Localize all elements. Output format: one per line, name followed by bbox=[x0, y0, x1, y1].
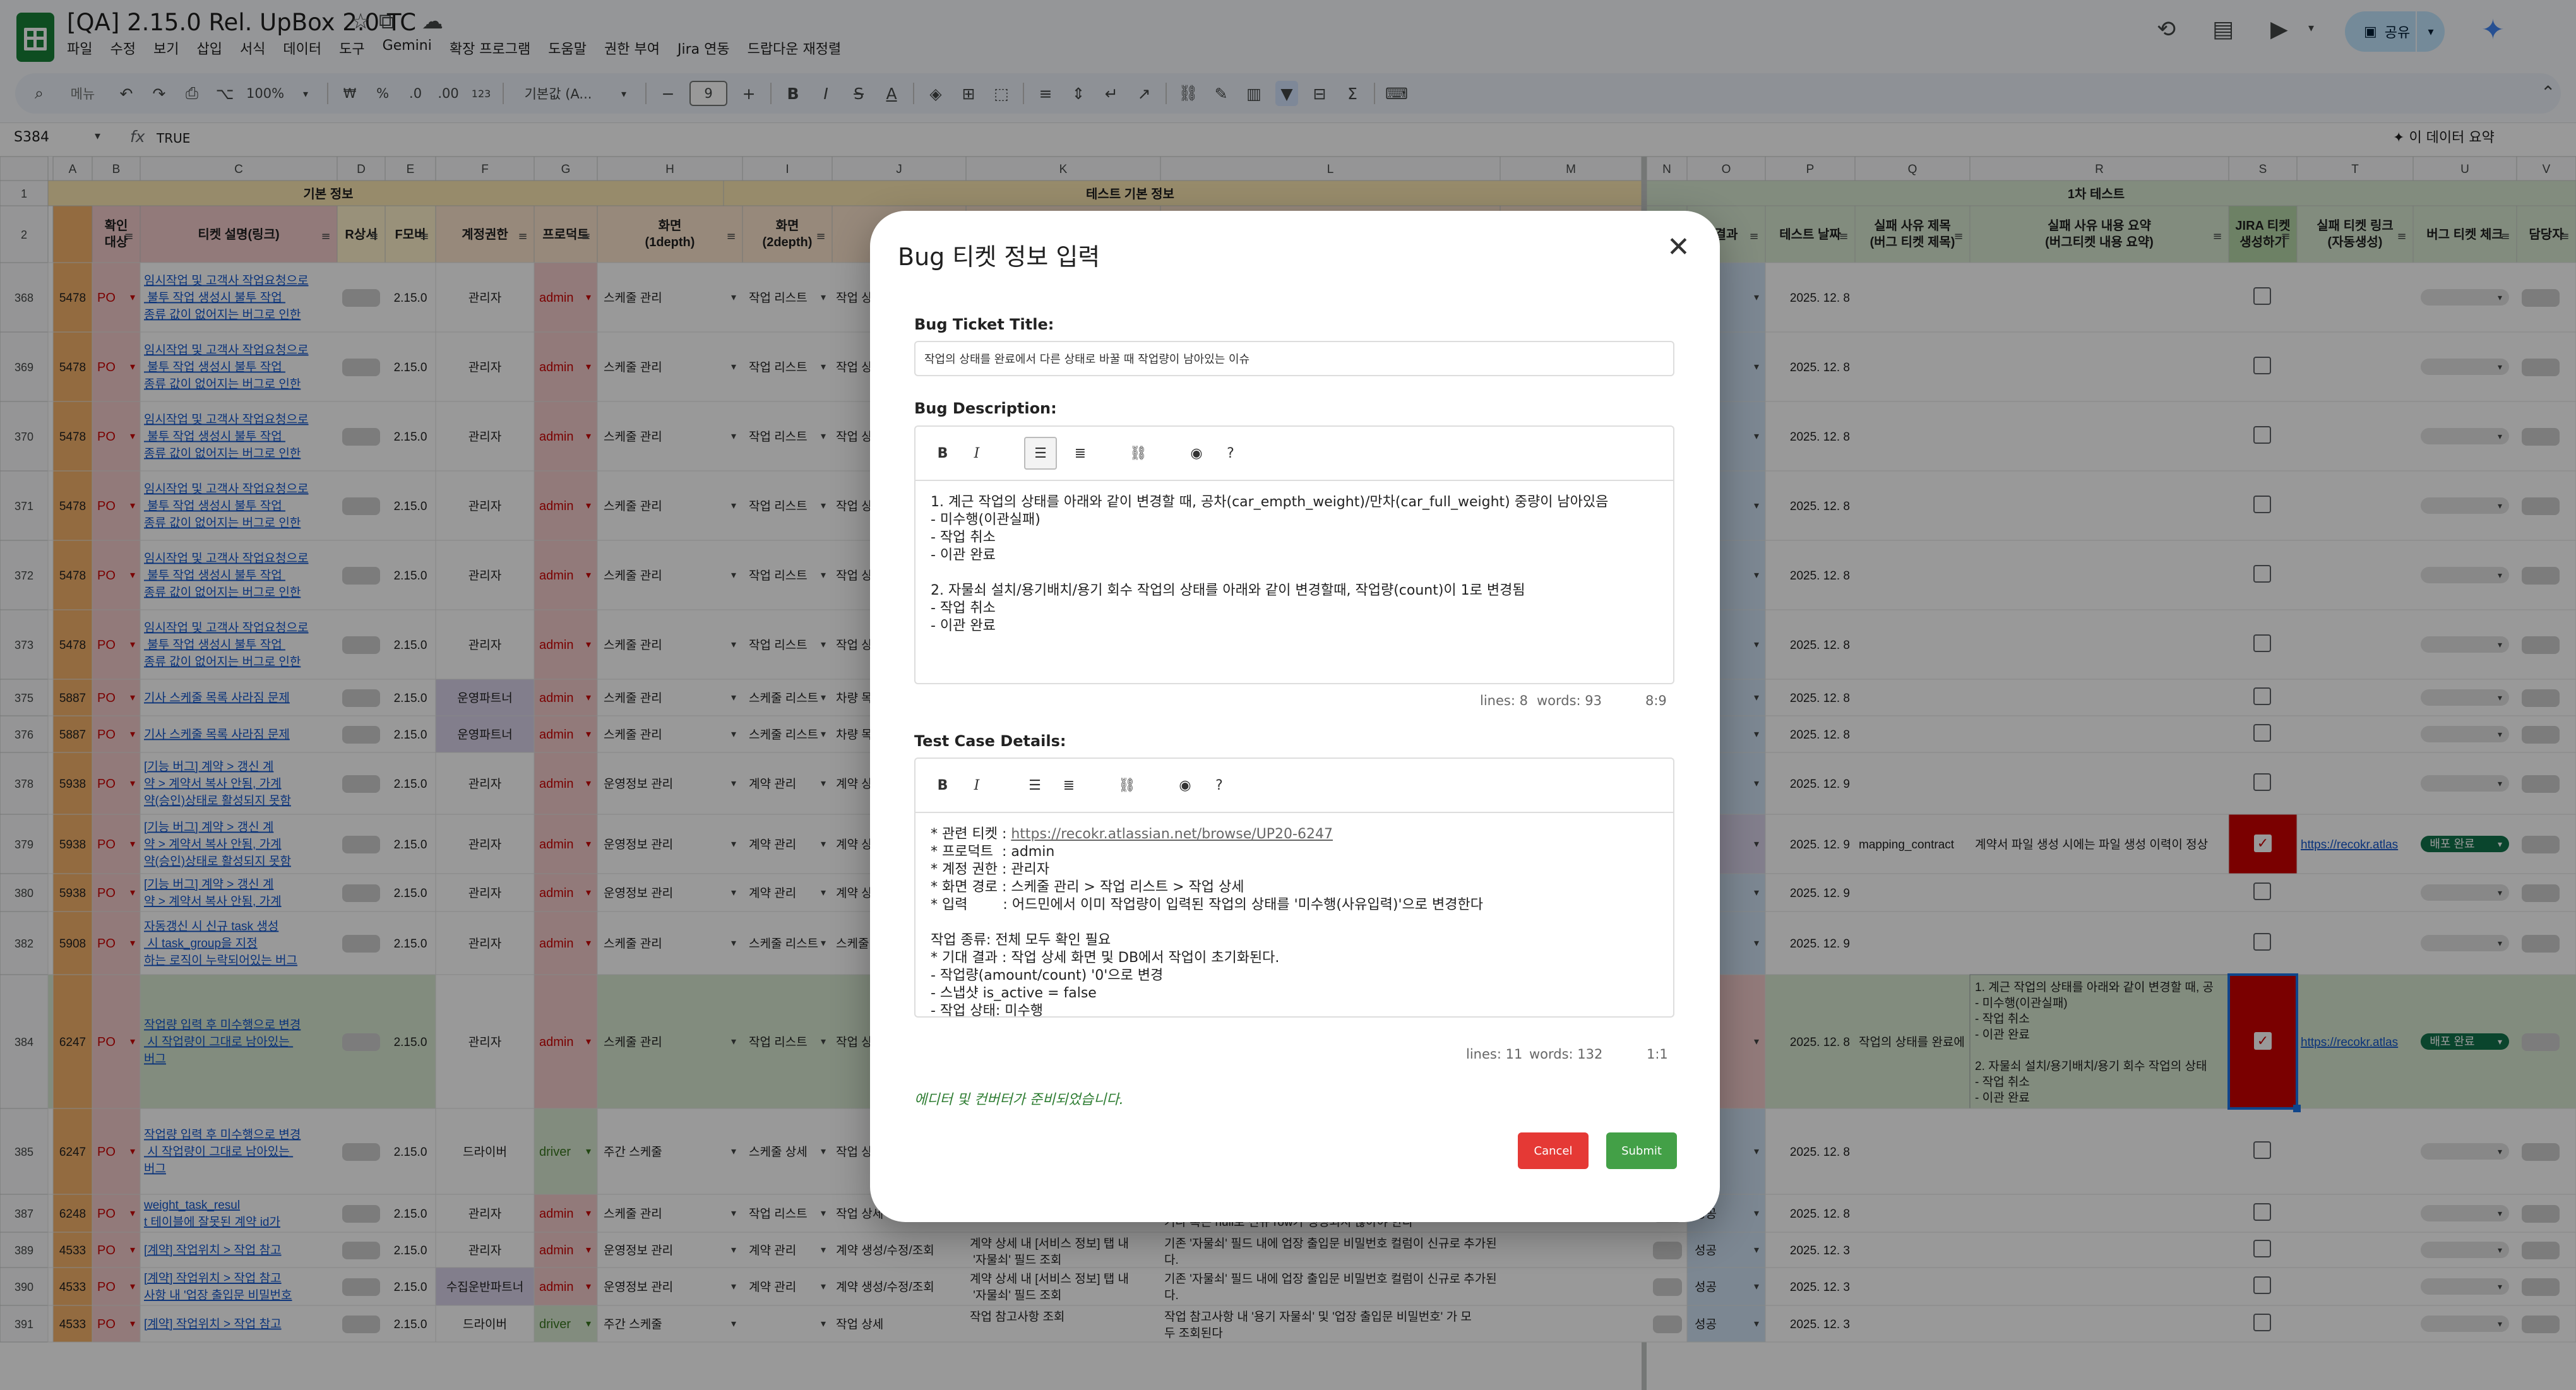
testcase-text[interactable]: * 관련 티켓 : https://recokr.atlassian.net/b… bbox=[931, 826, 1661, 1020]
modal-title: Bug 티켓 정보 입력 bbox=[898, 243, 1100, 271]
testcase-line: - 작업 상태: 미수행 bbox=[931, 1003, 1044, 1019]
description-word-count: words: 93 bbox=[1537, 693, 1602, 708]
testcase-label: Test Case Details: bbox=[914, 732, 1066, 750]
testcase-body-lines: * 프로덕트 : admin * 계정 권한 : 관리자 * 화면 경로 : 스케줄… bbox=[931, 843, 1661, 1020]
description-line bbox=[931, 564, 1661, 582]
ticket-title-input[interactable] bbox=[914, 341, 1674, 376]
help-icon[interactable]: ? bbox=[1208, 775, 1230, 796]
submit-button[interactable]: Submit bbox=[1606, 1132, 1677, 1169]
link-icon[interactable]: ⛓ bbox=[1116, 775, 1138, 796]
description-text[interactable]: 1. 계근 작업의 상태를 아래와 같이 변경할 때, 공차(car_empth… bbox=[931, 494, 1661, 635]
related-ticket-link[interactable]: https://recokr.atlassian.net/browse/UP20… bbox=[1011, 826, 1333, 842]
ready-message: 에디터 및 컨버터가 준비되었습니다. bbox=[914, 1092, 1124, 1108]
bug-ticket-modal: Bug 티켓 정보 입력 ✕ Bug Ticket Title: Bug Des… bbox=[870, 211, 1720, 1222]
testcase-line: 작업 종류: 전체 모두 확인 필요 bbox=[931, 932, 1111, 948]
description-editor-toolbar: B I ☰ ≣ ⛓ ◉ ? bbox=[915, 427, 1673, 481]
testcase-line: * 프로덕트 : admin bbox=[931, 844, 1055, 860]
testcase-line: - 스냅샷 is_active = false bbox=[931, 985, 1097, 1001]
description-line: - 작업 취소 bbox=[931, 530, 996, 545]
testcase-line: * 화면 경로 : 스케줄 관리 > 작업 리스트 > 작업 상세 bbox=[931, 879, 1244, 895]
preview-icon[interactable]: ◉ bbox=[1186, 443, 1207, 464]
testcase-line-count: lines: 11 bbox=[1466, 1047, 1523, 1062]
ticket-title-label: Bug Ticket Title: bbox=[914, 316, 1054, 333]
related-ticket-prefix: * 관련 티켓 : bbox=[931, 826, 1011, 842]
bullet-list-icon[interactable]: ☰ bbox=[1024, 437, 1057, 470]
italic-icon[interactable]: I bbox=[966, 775, 987, 796]
description-line: 2. 자물쇠 설치/용기배치/용기 회수 작업의 상태를 아래와 같이 변경할때… bbox=[931, 583, 1525, 598]
description-line-count: lines: 8 bbox=[1480, 693, 1528, 708]
close-icon[interactable]: ✕ bbox=[1667, 234, 1690, 261]
description-cursor-position: 8:9 bbox=[1645, 693, 1667, 708]
help-icon[interactable]: ? bbox=[1220, 443, 1241, 464]
description-label: Bug Description: bbox=[914, 400, 1057, 417]
testcase-line: * 계정 권한 : 관리자 bbox=[931, 862, 1050, 877]
testcase-word-count: words: 132 bbox=[1529, 1047, 1603, 1062]
description-line: - 미수행(이관실패) bbox=[931, 512, 1041, 528]
testcase-line: * 입력 : 어드민에서 이미 작업량이 입력된 작업의 상태를 '미수행(사유… bbox=[931, 897, 1483, 913]
description-editor[interactable]: B I ☰ ≣ ⛓ ◉ ? 1. 계근 작업의 상태를 아래와 같이 변경할 때… bbox=[914, 425, 1674, 684]
testcase-line: * 기대 결과 : 작업 상세 화면 및 DB에서 작업이 초기화된다. bbox=[931, 950, 1280, 966]
cancel-button[interactable]: Cancel bbox=[1518, 1132, 1589, 1169]
numbered-list-icon[interactable]: ≣ bbox=[1070, 443, 1091, 464]
description-line: - 이관 완료 bbox=[931, 618, 996, 634]
testcase-cursor-position: 1:1 bbox=[1647, 1047, 1668, 1062]
testcase-line: - 작업량(amount/count) '0'으로 변경 bbox=[931, 968, 1164, 983]
italic-icon[interactable]: I bbox=[966, 443, 987, 464]
bold-icon[interactable]: B bbox=[932, 443, 953, 464]
numbered-list-icon[interactable]: ≣ bbox=[1058, 775, 1080, 796]
link-icon[interactable]: ⛓ bbox=[1128, 443, 1149, 464]
description-line: - 작업 취소 bbox=[931, 600, 996, 616]
testcase-editor-toolbar: B I ☰ ≣ ⛓ ◉ ? bbox=[915, 759, 1673, 813]
description-line: - 이관 완료 bbox=[931, 547, 996, 563]
preview-icon[interactable]: ◉ bbox=[1174, 775, 1196, 796]
bold-icon[interactable]: B bbox=[932, 775, 953, 796]
description-line: 1. 계근 작업의 상태를 아래와 같이 변경할 때, 공차(car_empth… bbox=[931, 494, 1609, 510]
bullet-list-icon[interactable]: ☰ bbox=[1024, 775, 1046, 796]
testcase-editor[interactable]: B I ☰ ≣ ⛓ ◉ ? * 관련 티켓 : https://recokr.a… bbox=[914, 757, 1674, 1020]
testcase-line bbox=[931, 914, 1661, 932]
